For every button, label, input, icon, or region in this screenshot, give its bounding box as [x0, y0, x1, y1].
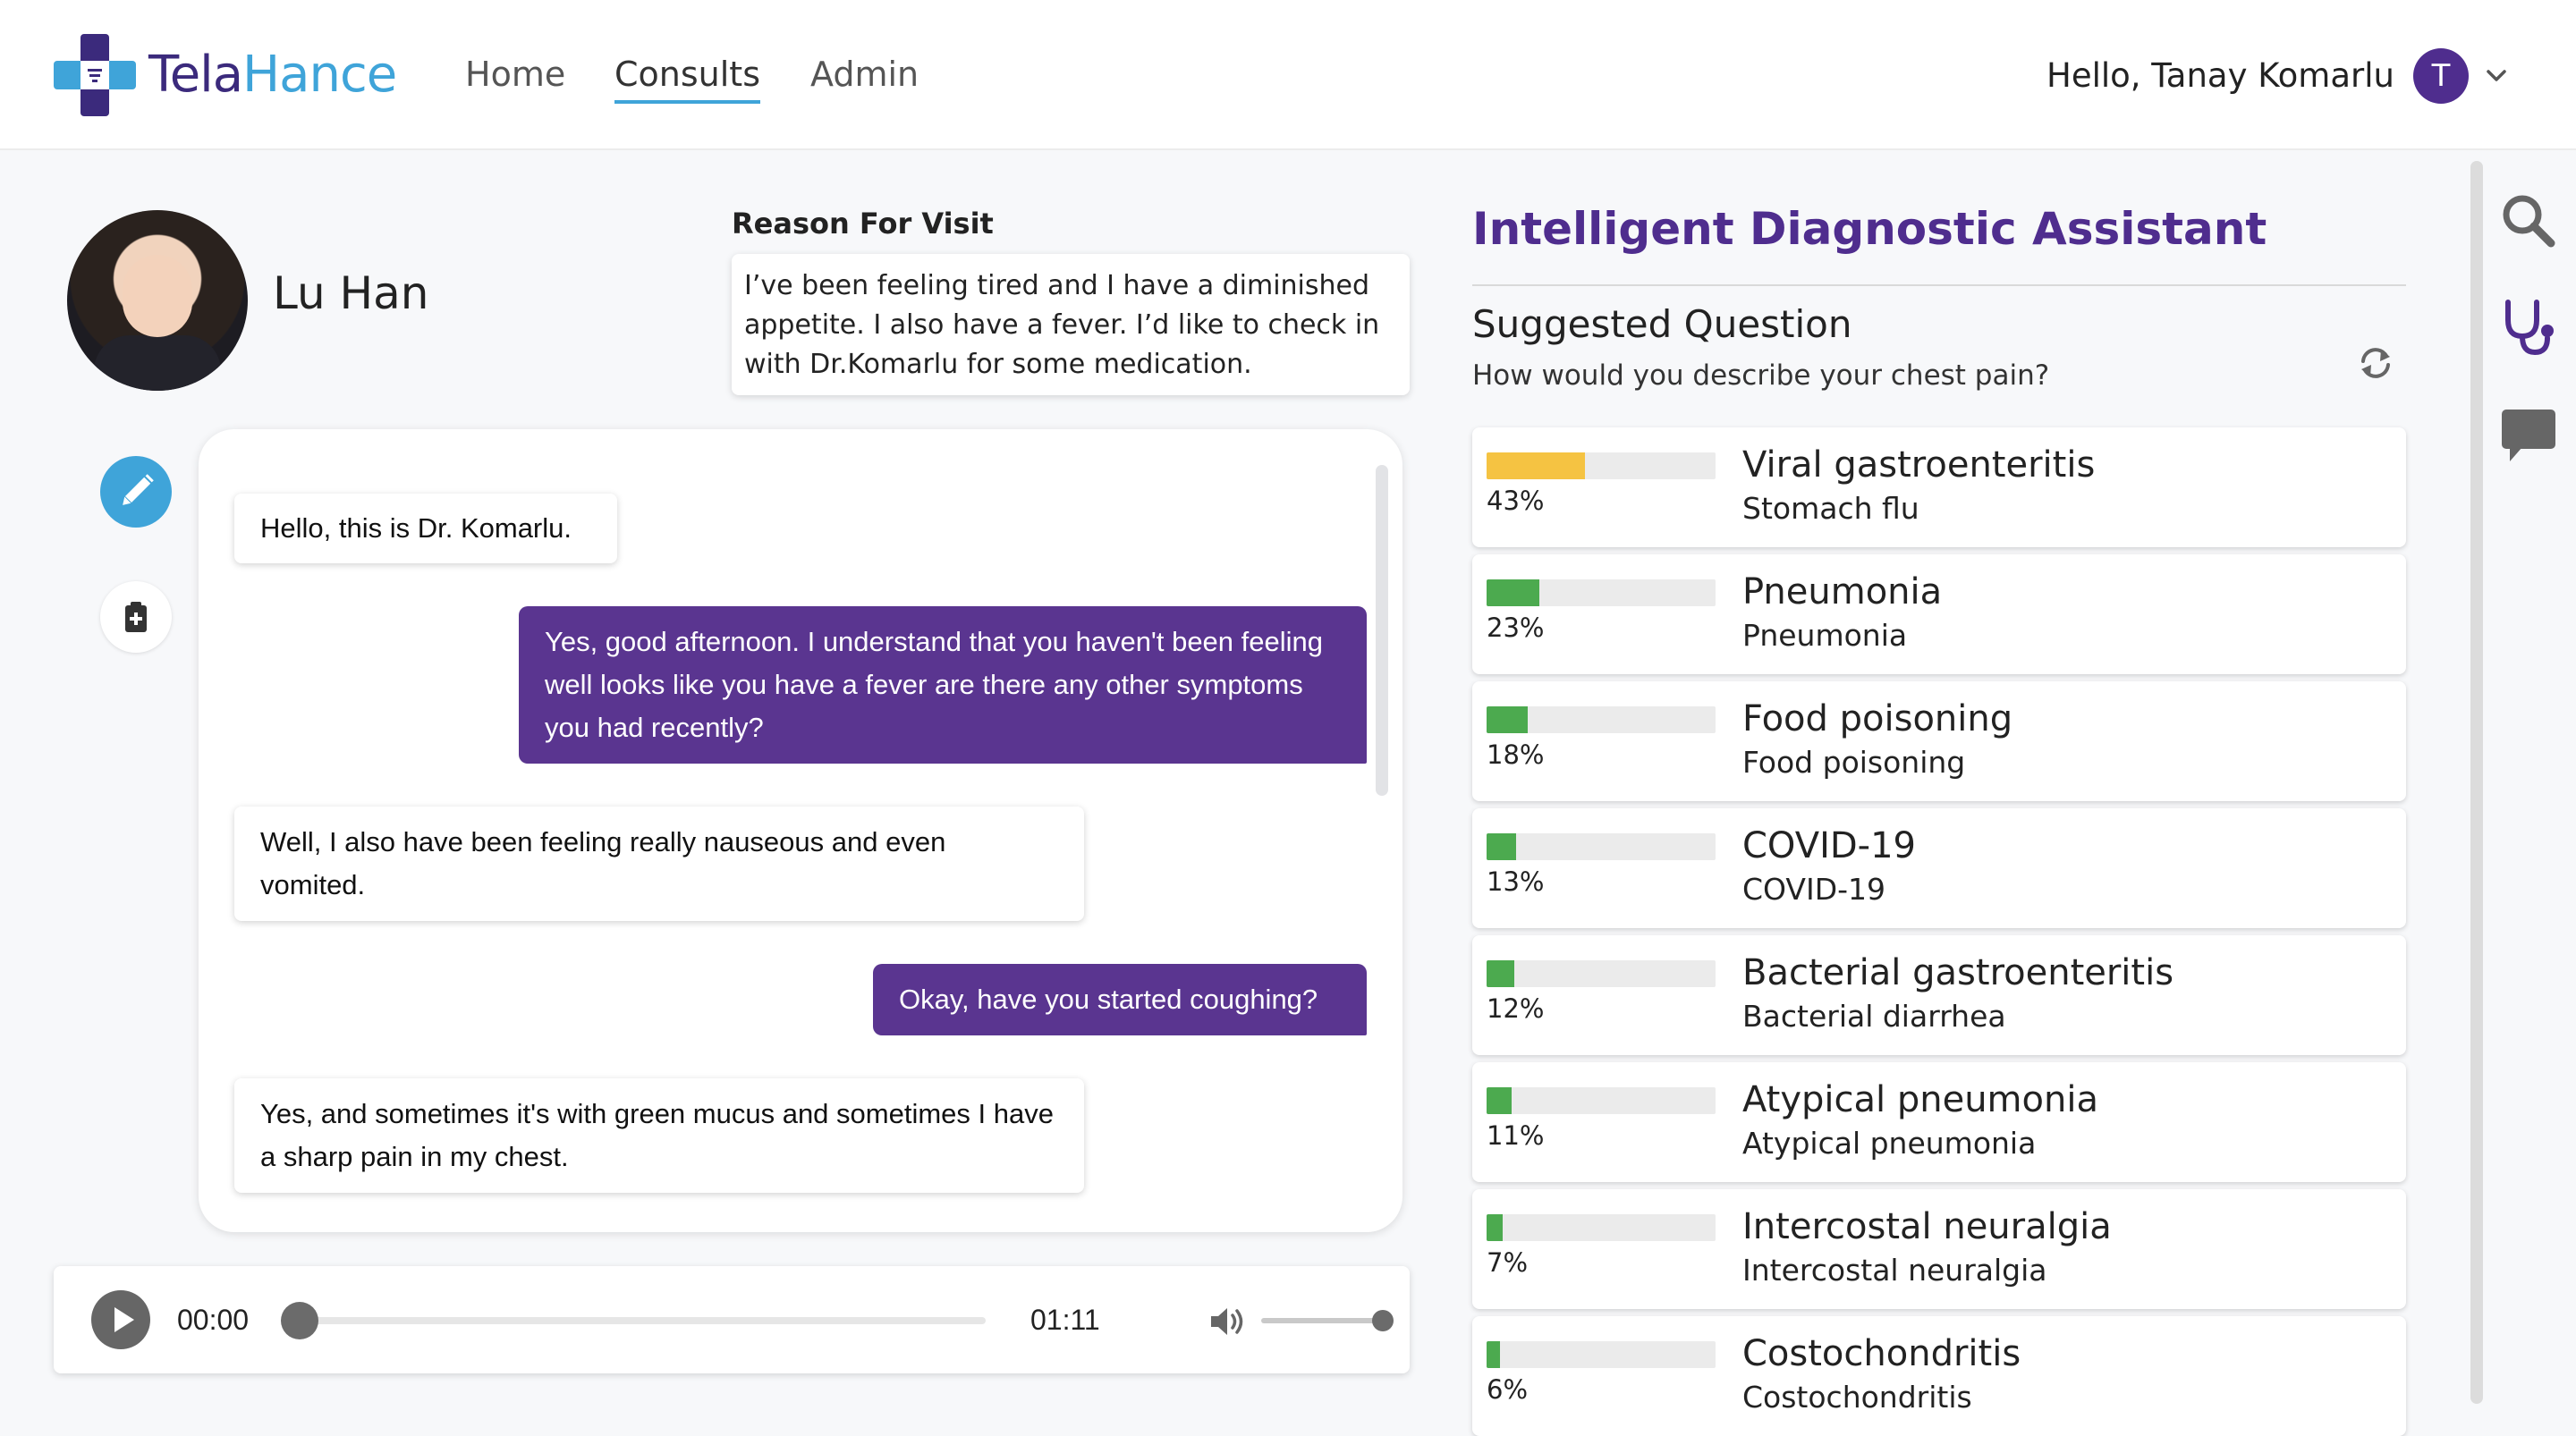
stethoscope-icon[interactable]	[2497, 297, 2560, 359]
user-greeting: Hello, Tanay Komarlu	[2046, 56, 2394, 95]
clinical-notes-button[interactable]	[100, 581, 172, 653]
diagnosis-name: Intercostal neuralgia	[1742, 1206, 2112, 1247]
diagnosis-name: Atypical pneumonia	[1742, 1079, 2098, 1120]
diagnosis-card[interactable]: 7% Intercostal neuralgia Intercostal neura…	[1472, 1189, 2406, 1309]
diagnosis-card[interactable]: 11% Atypical pneumonia Atypical pneumonia	[1472, 1062, 2406, 1182]
chat-message-patient: Okay, have you started coughing?	[873, 964, 1367, 1035]
suggested-question-label: Suggested Question	[1472, 302, 1852, 346]
diagnosis-card[interactable]: 12% Bacterial gastroenteritis Bacterial di…	[1472, 935, 2406, 1055]
audio-seek-bar[interactable]	[299, 1317, 986, 1324]
diagnosis-probability-fill	[1487, 1214, 1503, 1241]
diagnosis-card[interactable]: 43% Viral gastroenteritis Stomach flu	[1472, 427, 2406, 547]
nav-admin[interactable]: Admin	[810, 50, 919, 98]
diagnosis-probability-label: 11%	[1487, 1120, 1545, 1151]
diagnosis-common-name: Pneumonia	[1742, 618, 1908, 653]
diagnosis-common-name: Costochondritis	[1742, 1380, 1972, 1415]
top-navbar: TelaHance Home Consults Admin Hello, Tan…	[0, 0, 2576, 150]
diagnosis-card[interactable]: 13% COVID-19 COVID-19	[1472, 808, 2406, 928]
diagnosis-card[interactable]: 6% Costochondritis Costochondritis	[1472, 1316, 2406, 1436]
diagnosis-probability-fill	[1487, 1341, 1501, 1368]
diagnosis-probability-fill	[1487, 706, 1529, 733]
clipboard-icon	[125, 602, 147, 632]
chat-scrollbar[interactable]	[1376, 465, 1388, 796]
diagnosis-name: Viral gastroenteritis	[1742, 444, 2096, 486]
diagnosis-card[interactable]: 23% Pneumonia Pneumonia	[1472, 554, 2406, 674]
chevron-down-icon[interactable]	[2485, 64, 2508, 88]
assistant-divider	[1472, 284, 2406, 286]
chat-message-doctor: Well, I also have been feeling really na…	[234, 807, 1084, 921]
diagnosis-common-name: Intercostal neuralgia	[1742, 1253, 2047, 1288]
nav-consults[interactable]: Consults	[614, 50, 761, 104]
chat-message-doctor: Yes, and sometimes it's with green mucus…	[234, 1078, 1084, 1193]
audio-duration: 01:11	[1030, 1304, 1100, 1336]
telahance-logo-icon[interactable]	[54, 34, 136, 116]
diagnosis-probability-bar	[1487, 706, 1716, 733]
patient-name: Lu Han	[273, 267, 429, 319]
diagnosis-probability-label: 6%	[1487, 1374, 1529, 1405]
diagnosis-common-name: Atypical pneumonia	[1742, 1126, 2037, 1161]
suggested-question-text: How would you describe your chest pain?	[1472, 359, 2050, 392]
play-button[interactable]	[91, 1290, 150, 1349]
pencil-icon	[123, 474, 154, 505]
diagnosis-name: Pneumonia	[1742, 571, 1943, 612]
diagnosis-name: Bacterial gastroenteritis	[1742, 952, 2174, 993]
diagnosis-common-name: Bacterial diarrhea	[1742, 999, 2006, 1034]
chat-message-patient: Yes, good afternoon. I understand that y…	[519, 606, 1367, 764]
page-scrollbar[interactable]	[2470, 161, 2483, 1404]
diagnosis-probability-bar	[1487, 1341, 1716, 1368]
diagnosis-probability-fill	[1487, 579, 1539, 606]
diagnosis-probability-label: 18%	[1487, 739, 1545, 770]
diagnosis-probability-fill	[1487, 833, 1517, 860]
refresh-icon[interactable]	[2354, 342, 2397, 384]
diagnosis-probability-fill	[1487, 452, 1586, 479]
diagnosis-common-name: Stomach flu	[1742, 491, 1919, 526]
user-avatar[interactable]: T	[2413, 48, 2469, 104]
diagnosis-name: COVID-19	[1742, 825, 1917, 866]
diagnosis-probability-label: 23%	[1487, 612, 1545, 643]
diagnosis-probability-label: 7%	[1487, 1247, 1529, 1278]
diagnosis-probability-bar	[1487, 833, 1716, 860]
edit-notes-button[interactable]	[100, 456, 172, 528]
patient-avatar	[67, 210, 248, 391]
audio-current-time: 00:00	[177, 1304, 250, 1336]
diagnosis-probability-bar	[1487, 960, 1716, 987]
diagnosis-name: Costochondritis	[1742, 1333, 2021, 1374]
volume-icon[interactable]	[1208, 1304, 1250, 1339]
chat-message-doctor: Hello, this is Dr. Komarlu.	[234, 494, 617, 563]
diagnosis-name: Food poisoning	[1742, 698, 2013, 739]
brand-name[interactable]: TelaHance	[148, 39, 397, 111]
diagnosis-probability-bar	[1487, 452, 1716, 479]
play-icon	[114, 1307, 134, 1332]
diagnosis-probability-label: 12%	[1487, 993, 1545, 1024]
diagnosis-probability-bar	[1487, 1087, 1716, 1114]
diagnosis-probability-label: 13%	[1487, 866, 1545, 897]
volume-handle[interactable]	[1372, 1310, 1394, 1331]
diagnosis-probability-bar	[1487, 1214, 1716, 1241]
diagnosis-common-name: COVID-19	[1742, 872, 1886, 907]
chat-icon[interactable]	[2497, 404, 2560, 467]
diagnosis-common-name: Food poisoning	[1742, 745, 1966, 780]
audio-seek-handle[interactable]	[281, 1302, 318, 1339]
audio-player: 00:00 01:11	[54, 1266, 1410, 1373]
diagnosis-probability-fill	[1487, 1087, 1513, 1114]
volume-slider[interactable]	[1261, 1318, 1381, 1323]
diagnosis-probability-fill	[1487, 960, 1514, 987]
diagnosis-probability-bar	[1487, 579, 1716, 606]
nav-home[interactable]: Home	[465, 50, 565, 98]
assistant-title: Intelligent Diagnostic Assistant	[1472, 203, 2267, 255]
search-icon[interactable]	[2497, 190, 2560, 252]
diagnosis-card[interactable]: 18% Food poisoning Food poisoning	[1472, 681, 2406, 801]
reason-for-visit-label: Reason For Visit	[732, 207, 994, 241]
reason-for-visit-text: I’ve been feeling tired and I have a dim…	[732, 254, 1410, 395]
diagnosis-probability-label: 43%	[1487, 486, 1545, 516]
